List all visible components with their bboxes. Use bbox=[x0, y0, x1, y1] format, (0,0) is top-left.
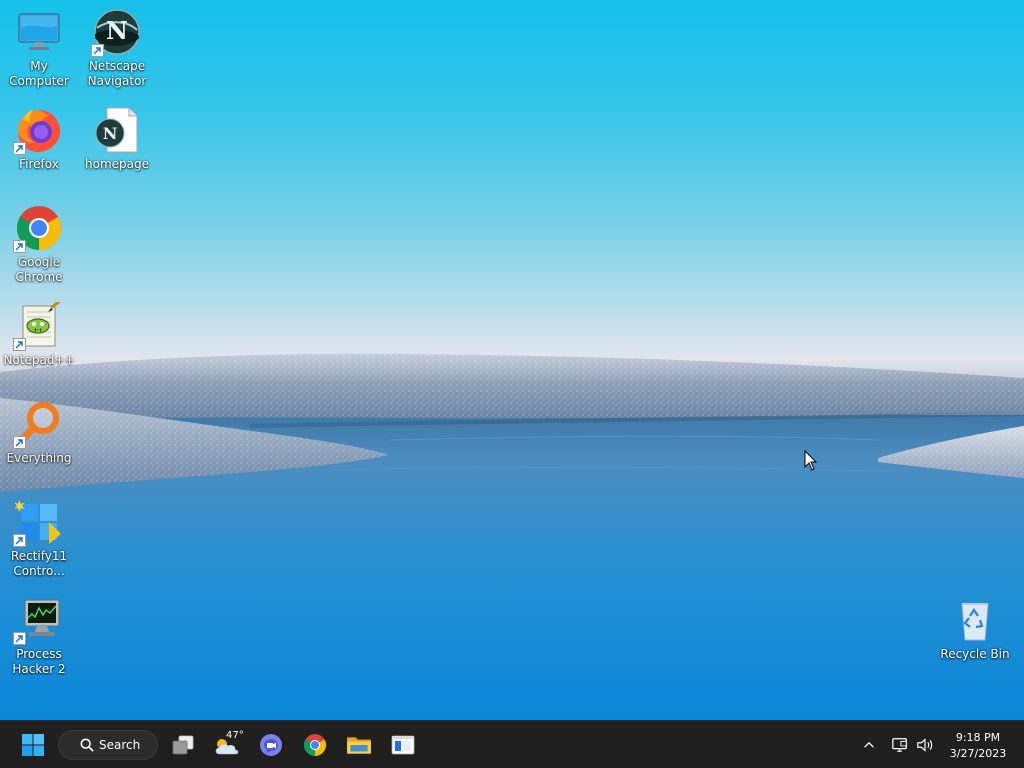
taskbar-search-box[interactable]: Search bbox=[58, 730, 158, 760]
desktop-icon-notepad-plus-plus[interactable]: ++ Notepad++ bbox=[0, 302, 78, 368]
firefox-icon bbox=[13, 106, 63, 155]
netscape-icon: N bbox=[91, 8, 141, 57]
volume-button[interactable] bbox=[915, 735, 935, 755]
task-view-icon bbox=[172, 735, 194, 755]
monitor-icon bbox=[15, 8, 63, 56]
teams-chat-button[interactable] bbox=[255, 729, 287, 761]
desktop-icon-label: Recycle Bin bbox=[940, 647, 1010, 661]
desktop-icon-label: Rectify11 Contro... bbox=[10, 549, 68, 578]
desktop-icon-netscape-navigator[interactable]: N Netscape Navigator bbox=[78, 8, 156, 89]
desktop-icon-label: Netscape Navigator bbox=[87, 59, 147, 88]
svg-text:N: N bbox=[106, 16, 128, 45]
start-button[interactable] bbox=[16, 728, 50, 762]
desktop-icon-google-chrome[interactable]: Google Chrome bbox=[0, 204, 78, 285]
folder-icon bbox=[347, 737, 371, 754]
shortcut-arrow-icon bbox=[13, 632, 26, 645]
chrome-icon bbox=[13, 204, 63, 253]
desktop-icon-rectify11-control[interactable]: Rectify11 Contro... bbox=[0, 498, 78, 579]
svg-text:N: N bbox=[103, 124, 118, 143]
app-window-button[interactable] bbox=[387, 729, 419, 761]
desktop-icon-label: Process Hacker 2 bbox=[12, 647, 66, 676]
netscape-document-icon: N bbox=[93, 106, 141, 154]
shortcut-arrow-icon bbox=[13, 534, 26, 547]
everything-search-icon bbox=[13, 400, 63, 449]
search-label: Search bbox=[99, 738, 141, 752]
desktop-icon-recycle-bin[interactable]: Recycle Bin bbox=[936, 596, 1014, 662]
shortcut-arrow-icon bbox=[13, 240, 26, 253]
desktop-icon-label: Notepad++ bbox=[3, 353, 75, 367]
network-icon bbox=[892, 738, 907, 752]
desktop-icon-label: Google Chrome bbox=[15, 255, 63, 284]
desktop-icon-firefox[interactable]: Firefox bbox=[0, 106, 78, 172]
show-hidden-icons-button[interactable] bbox=[859, 735, 879, 755]
clock-date: 3/27/2023 bbox=[949, 747, 1007, 760]
network-button[interactable] bbox=[890, 735, 910, 755]
desktop-icon-label: homepage bbox=[85, 157, 149, 171]
mouse-cursor-icon bbox=[804, 450, 818, 471]
svg-text:++: ++ bbox=[33, 327, 43, 334]
chevron-up-icon bbox=[864, 741, 874, 748]
chrome-icon bbox=[304, 734, 326, 756]
taskbar: Search 47° 9:18 PM 3/27/2023 bbox=[0, 720, 1024, 768]
desktop-icon-label: My Computer bbox=[9, 59, 69, 88]
desktop-icon-everything[interactable]: Everything bbox=[0, 400, 78, 466]
rectify11-icon bbox=[13, 498, 63, 547]
shortcut-arrow-icon bbox=[13, 436, 26, 449]
taskbar-clock[interactable]: 9:18 PM 3/27/2023 bbox=[942, 730, 1014, 762]
app-window-icon bbox=[391, 735, 415, 755]
taskbar-chrome-button[interactable] bbox=[299, 729, 331, 761]
desktop-icon-label: Everything bbox=[6, 451, 72, 465]
recycle-bin-icon bbox=[951, 596, 999, 644]
windows-start-icon bbox=[22, 734, 44, 756]
desktop-icon-label: Firefox bbox=[19, 157, 59, 171]
desktop-icon-my-computer[interactable]: My Computer bbox=[0, 8, 78, 89]
desktop-icon-process-hacker-2[interactable]: Process Hacker 2 bbox=[0, 596, 78, 677]
shortcut-arrow-icon bbox=[13, 142, 26, 155]
shortcut-arrow-icon bbox=[91, 44, 104, 57]
process-hacker-icon bbox=[13, 596, 63, 645]
desktop-icon-homepage[interactable]: N homepage bbox=[78, 106, 156, 172]
file-explorer-button[interactable] bbox=[343, 729, 375, 761]
volume-icon bbox=[917, 738, 933, 752]
weather-temperature: 47° bbox=[226, 730, 244, 741]
clock-time: 9:18 PM bbox=[955, 731, 1001, 744]
search-icon bbox=[80, 738, 94, 752]
notepad-plus-plus-icon: ++ bbox=[13, 302, 63, 351]
chat-video-icon bbox=[260, 734, 282, 756]
task-view-button[interactable] bbox=[167, 729, 199, 761]
shortcut-arrow-icon bbox=[13, 338, 26, 351]
